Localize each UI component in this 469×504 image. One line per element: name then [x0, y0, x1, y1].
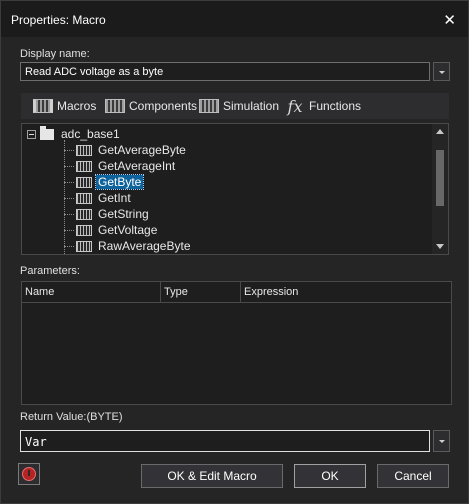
tree-item-selected[interactable]: GetByte [64, 174, 145, 190]
macro-icon [76, 192, 92, 204]
tree-branch [64, 213, 74, 215]
display-name-value: Read ADC voltage as a byte [25, 66, 164, 78]
help-icon[interactable] [18, 463, 40, 485]
display-name-label: Display name: [20, 48, 90, 60]
collapse-icon[interactable] [27, 129, 36, 139]
title-bar: Properties: Macro ✕ [1, 1, 468, 37]
ok-edit-macro-button[interactable]: OK & Edit Macro [141, 464, 283, 488]
tab-simulation[interactable]: Simulation [199, 93, 279, 119]
column-expression[interactable]: Expression [241, 282, 451, 302]
tree-item-label: GetString [98, 207, 149, 221]
tree-item-label: GetAverageByte [98, 143, 186, 157]
macro-icon [76, 240, 92, 252]
tree-item[interactable]: GetAverageInt [64, 158, 177, 174]
close-icon[interactable]: ✕ [443, 11, 456, 29]
help-icon-glyph [22, 467, 36, 481]
macro-icon [76, 176, 92, 188]
return-value-input[interactable]: Var [20, 430, 430, 452]
parameters-label: Parameters: [20, 265, 80, 277]
tree-branch [64, 149, 74, 151]
return-value-label: Return Value:(BYTE) [20, 411, 123, 423]
macros-icon [33, 99, 53, 113]
folder-icon [40, 125, 54, 140]
tree-root-label: adc_base1 [61, 127, 120, 141]
macro-icon [76, 144, 92, 156]
parameters-header: Name Type Expression [22, 282, 451, 303]
macro-icon [76, 208, 92, 220]
tree-branch [64, 245, 74, 247]
return-value-dropdown-button[interactable] [433, 430, 450, 452]
tree-item[interactable]: RawAverageByte [64, 238, 193, 254]
tree-item-label: GetAverageInt [98, 159, 176, 173]
chevron-down-icon [438, 70, 445, 74]
scroll-up-icon[interactable] [436, 129, 444, 134]
tree-item-label: RawAverageByte [98, 239, 191, 253]
tab-macros[interactable]: Macros [33, 93, 96, 119]
parameters-table[interactable]: Name Type Expression [21, 281, 452, 405]
tab-functions[interactable]: 𝑓x Functions [285, 93, 362, 119]
tree-scrollbar[interactable] [432, 124, 448, 254]
return-value-value: Var [25, 435, 47, 449]
tree-branch [64, 197, 74, 199]
display-name-input[interactable]: Read ADC voltage as a byte [20, 62, 430, 81]
scroll-down-icon[interactable] [436, 244, 444, 249]
tab-functions-label: Functions [309, 99, 362, 113]
tree-item-label: GetByte [94, 174, 145, 190]
tree-item[interactable]: GetAverageByte [64, 142, 188, 158]
cancel-button[interactable]: Cancel [377, 464, 449, 488]
ok-button[interactable]: OK [294, 464, 366, 488]
macro-tree[interactable]: adc_base1 GetAverageByte GetAverageInt G… [21, 123, 449, 255]
functions-fx-icon: 𝑓x [287, 96, 303, 116]
tab-components[interactable]: Components [105, 93, 197, 119]
tree-item[interactable]: GetVoltage [64, 222, 159, 238]
macro-icon [76, 224, 92, 236]
tree-item-label: GetVoltage [98, 223, 158, 237]
tree-branch [64, 165, 74, 167]
column-type[interactable]: Type [161, 282, 241, 302]
tree-branch [64, 229, 74, 231]
tab-bar: Macros Components Simulation 𝑓x Function… [21, 93, 449, 119]
simulation-icon [199, 99, 219, 113]
tree-item[interactable]: GetInt [64, 190, 133, 206]
window-title: Properties: Macro [11, 13, 106, 27]
display-name-dropdown-button[interactable] [433, 62, 450, 81]
chevron-down-icon [438, 440, 445, 443]
macro-properties-dialog: Properties: Macro ✕ Display name: Read A… [0, 0, 469, 504]
components-icon [105, 99, 125, 113]
tree-item[interactable]: GetString [64, 206, 151, 222]
tree-branch [64, 181, 74, 183]
tab-components-label: Components [129, 99, 198, 113]
tab-macros-label: Macros [57, 99, 97, 113]
tab-simulation-label: Simulation [223, 99, 280, 113]
tree-item-label: GetInt [98, 191, 131, 205]
scroll-thumb[interactable] [436, 150, 444, 206]
macro-icon [76, 160, 92, 172]
tree-root[interactable]: adc_base1 [27, 125, 122, 142]
column-name[interactable]: Name [22, 282, 161, 302]
